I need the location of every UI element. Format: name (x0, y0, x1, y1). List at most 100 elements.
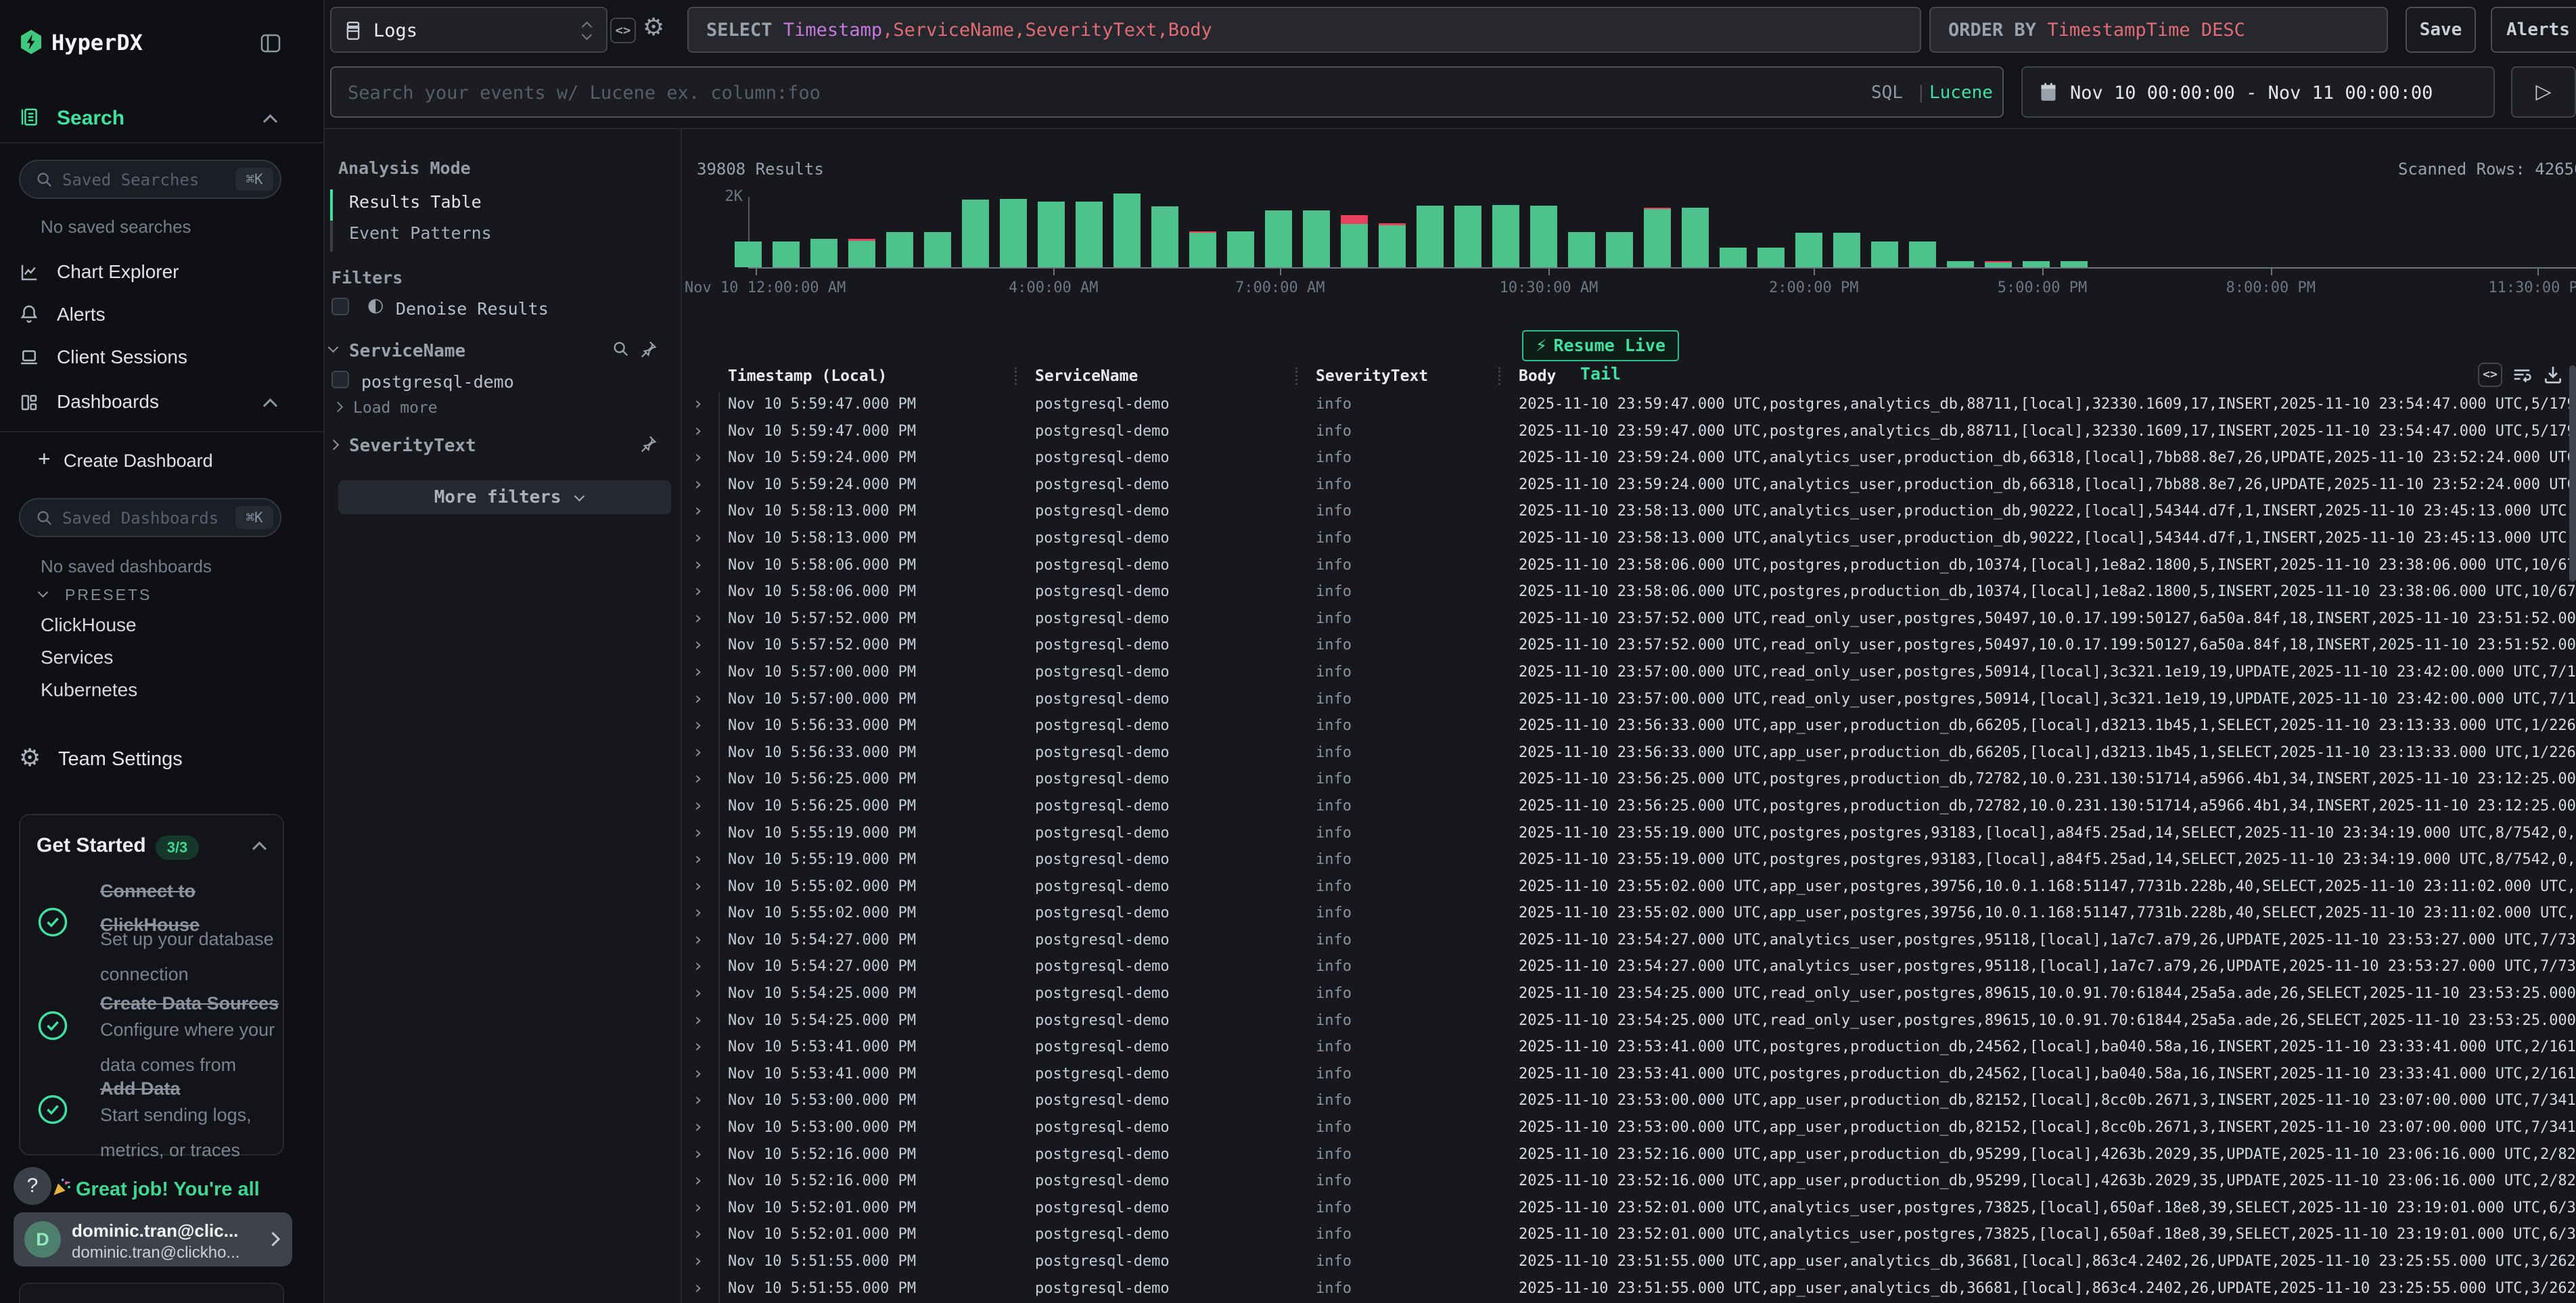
histogram-bar[interactable] (1113, 193, 1141, 267)
row-expand-icon[interactable]: › (693, 1036, 704, 1057)
sidebar-item-preset-kubernetes[interactable]: Kubernetes (41, 679, 137, 701)
row-expand-icon[interactable]: › (693, 796, 704, 816)
sidebar-item-client-sessions[interactable]: Client Sessions (0, 345, 323, 375)
log-table-row[interactable]: ›Nov 10 5:53:41.000 PMpostgresql-demoinf… (683, 1061, 2576, 1088)
row-expand-icon[interactable]: › (693, 902, 704, 923)
log-table-row[interactable]: ›Nov 10 5:59:24.000 PMpostgresql-demoinf… (683, 444, 2576, 472)
create-dashboard-button[interactable]: + Create Dashboard (0, 445, 323, 475)
log-table-row[interactable]: ›Nov 10 5:54:25.000 PMpostgresql-demoinf… (683, 980, 2576, 1007)
row-expand-icon[interactable]: › (693, 555, 704, 575)
log-table-row[interactable]: ›Nov 10 5:56:25.000 PMpostgresql-demoinf… (683, 766, 2576, 793)
log-table-row[interactable]: ›Nov 10 5:56:33.000 PMpostgresql-demoinf… (683, 739, 2576, 767)
chevron-up-icon[interactable] (252, 842, 267, 856)
log-table-row[interactable]: ›Nov 10 5:55:02.000 PMpostgresql-demoinf… (683, 900, 2576, 927)
histogram-bar[interactable] (962, 200, 989, 267)
presets-header[interactable]: PRESETS (0, 583, 323, 608)
denoise-checkbox[interactable] (331, 298, 349, 315)
histogram-bar[interactable] (1644, 208, 1671, 267)
row-expand-icon[interactable]: › (693, 715, 704, 735)
histogram-bar[interactable] (1871, 242, 1898, 267)
more-filters-button[interactable]: More filters (338, 480, 671, 514)
saved-dashboards-input[interactable]: Saved Dashboards ⌘K (19, 498, 281, 537)
log-table-row[interactable]: ›Nov 10 5:59:47.000 PMpostgresql-demoinf… (683, 418, 2576, 445)
histogram-bar[interactable] (773, 242, 800, 267)
row-expand-icon[interactable]: › (693, 1064, 704, 1084)
column-header-timestamp[interactable]: Timestamp (Local) (728, 367, 887, 385)
histogram-bar[interactable] (1000, 199, 1027, 267)
histogram-bar[interactable] (1265, 210, 1292, 267)
analysis-mode-results-table[interactable]: Results Table (349, 192, 482, 212)
row-expand-icon[interactable]: › (693, 983, 704, 1003)
row-expand-icon[interactable]: › (693, 823, 704, 843)
row-expand-icon[interactable]: › (693, 447, 704, 467)
row-expand-icon[interactable]: › (693, 1090, 704, 1110)
row-expand-icon[interactable]: › (693, 474, 704, 495)
log-table-row[interactable]: ›Nov 10 5:54:27.000 PMpostgresql-demoinf… (683, 927, 2576, 954)
sidebar-item-chart-explorer[interactable]: Chart Explorer (0, 260, 323, 290)
log-table-row[interactable]: ›Nov 10 5:51:55.000 PMpostgresql-demoinf… (683, 1275, 2576, 1302)
row-expand-icon[interactable]: › (693, 769, 704, 789)
histogram-bar[interactable] (1151, 206, 1178, 267)
log-table-row[interactable]: ›Nov 10 5:55:02.000 PMpostgresql-demoinf… (683, 873, 2576, 900)
log-table-row[interactable]: ›Nov 10 5:52:16.000 PMpostgresql-demoinf… (683, 1168, 2576, 1195)
resume-live-tail-button[interactable]: ⚡ Resume Live Tail (1522, 330, 1679, 361)
sidebar-item-dashboards[interactable]: Dashboards (0, 390, 323, 419)
row-expand-icon[interactable]: › (693, 876, 704, 896)
row-expand-icon[interactable]: › (693, 581, 704, 601)
log-table-row[interactable]: ›Nov 10 5:58:13.000 PMpostgresql-demoinf… (683, 525, 2576, 552)
column-separator[interactable] (1295, 367, 1297, 385)
column-header-servicename[interactable]: ServiceName (1035, 367, 1138, 385)
log-table-row[interactable]: ›Nov 10 5:57:00.000 PMpostgresql-demoinf… (683, 659, 2576, 686)
log-table-row[interactable]: ›Nov 10 5:57:52.000 PMpostgresql-demoinf… (683, 605, 2576, 633)
log-table-row[interactable]: ›Nov 10 5:53:00.000 PMpostgresql-demoinf… (683, 1114, 2576, 1141)
histogram-bar[interactable] (735, 242, 762, 267)
search-input[interactable]: Search your events w/ Lucene ex. column:… (330, 66, 2004, 118)
date-range-picker[interactable]: Nov 10 00:00:00 - Nov 11 00:00:00 (2021, 66, 2495, 118)
pin-icon[interactable] (639, 434, 658, 453)
histogram-bar[interactable] (1341, 215, 1368, 267)
row-expand-icon[interactable]: › (693, 501, 704, 521)
sidebar-item-alerts[interactable]: Alerts (0, 302, 323, 332)
row-expand-icon[interactable]: › (693, 930, 704, 950)
log-table-row[interactable]: ›Nov 10 5:52:01.000 PMpostgresql-demoinf… (683, 1195, 2576, 1222)
code-view-button[interactable]: <> (610, 18, 636, 43)
log-table-row[interactable]: ›Nov 10 5:52:01.000 PMpostgresql-demoinf… (683, 1221, 2576, 1248)
sidebar-item-search[interactable]: Search (0, 103, 323, 138)
histogram-bar[interactable] (1303, 210, 1330, 267)
histogram-bar[interactable] (1947, 261, 1974, 267)
log-table-row[interactable]: ›Nov 10 5:58:06.000 PMpostgresql-demoinf… (683, 578, 2576, 605)
column-separator[interactable] (1015, 367, 1017, 385)
source-select[interactable]: Logs (330, 7, 607, 53)
row-expand-icon[interactable]: › (693, 608, 704, 628)
histogram-bar[interactable] (1492, 205, 1519, 267)
log-table-row[interactable]: ›Nov 10 5:58:13.000 PMpostgresql-demoinf… (683, 498, 2576, 525)
pin-icon[interactable] (639, 340, 658, 359)
log-table-row[interactable]: ›Nov 10 5:55:19.000 PMpostgresql-demoinf… (683, 820, 2576, 847)
histogram-bar[interactable] (886, 232, 913, 267)
log-table-row[interactable]: ›Nov 10 5:51:55.000 PMpostgresql-demoinf… (683, 1248, 2576, 1275)
alerts-button[interactable]: Alerts (2491, 7, 2576, 53)
row-expand-icon[interactable]: › (693, 635, 704, 655)
filter-group-servicename[interactable]: ServiceName (325, 337, 682, 364)
histogram-bar[interactable] (1568, 232, 1595, 267)
histogram-bar[interactable] (810, 239, 837, 267)
user-menu[interactable]: D dominic.tran@clic... dominic.tran@clic… (14, 1212, 292, 1266)
log-table-row[interactable]: ›Nov 10 5:54:27.000 PMpostgresql-demoinf… (683, 953, 2576, 980)
histogram-bar[interactable] (1227, 231, 1254, 267)
log-table-row[interactable]: ›Nov 10 5:53:41.000 PMpostgresql-demoinf… (683, 1034, 2576, 1061)
histogram-bar[interactable] (1909, 242, 1936, 267)
log-table-row[interactable]: ›Nov 10 5:52:16.000 PMpostgresql-demoinf… (683, 1141, 2576, 1168)
log-table-row[interactable]: ›Nov 10 5:59:24.000 PMpostgresql-demoinf… (683, 472, 2576, 499)
log-table-row[interactable]: ›Nov 10 5:54:25.000 PMpostgresql-demoinf… (683, 1007, 2576, 1034)
order-by-input[interactable]: ORDER BY TimestampTime DESC (1929, 7, 2388, 53)
histogram-bar[interactable] (1757, 248, 1785, 267)
histogram-bar[interactable] (1985, 261, 2012, 267)
row-expand-icon[interactable]: › (693, 528, 704, 548)
row-expand-icon[interactable]: › (693, 394, 704, 414)
sidebar-item-team-settings[interactable]: ⚙ Team Settings (0, 743, 323, 777)
saved-searches-input[interactable]: Saved Searches ⌘K (19, 160, 281, 199)
histogram-bar[interactable] (1530, 206, 1557, 267)
scrollbar-thumb[interactable] (2569, 365, 2576, 582)
histogram-bar[interactable] (2023, 261, 2050, 267)
select-query-input[interactable]: SELECT Timestamp,ServiceName,SeverityTex… (687, 7, 1921, 53)
